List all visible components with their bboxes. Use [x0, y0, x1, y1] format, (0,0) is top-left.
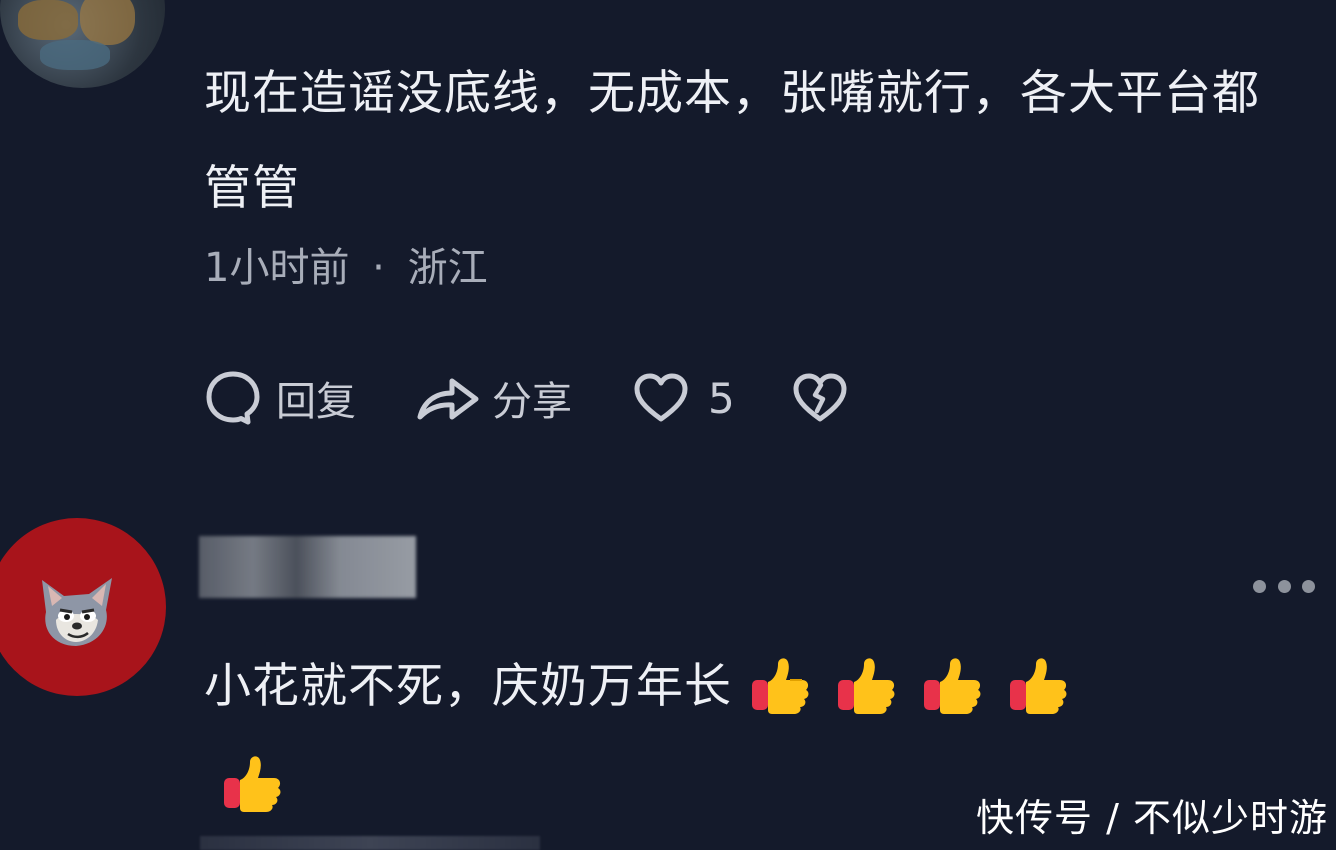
avatar-image-detail: [18, 0, 78, 40]
watermark: 快传号 / 不似少时游: [976, 796, 1328, 840]
share-icon: [417, 378, 479, 420]
avatar-image-detail: [40, 40, 110, 70]
thumbs-up-icon: [838, 657, 895, 714]
share-button[interactable]: 分享: [414, 369, 572, 427]
dot: [1253, 579, 1266, 593]
more-options-icon[interactable]: [1253, 578, 1315, 594]
comment-icon: [206, 371, 260, 425]
comment-time: 1小时前: [204, 245, 350, 291]
broken-heart-icon: [793, 373, 847, 422]
comment-meta: 1小时前 · 浙江: [204, 235, 488, 293]
thumbs-up-icon: [752, 657, 809, 714]
dot: [1302, 579, 1315, 593]
thumbs-up-icon: [1010, 657, 1067, 714]
comment-actions: 回复 分享 5: [204, 368, 849, 428]
commenter-avatar[interactable]: [0, 0, 165, 88]
dislike-button[interactable]: [791, 371, 849, 425]
cat-avatar-icon: [42, 578, 112, 646]
username-redacted[interactable]: [199, 536, 416, 598]
like-button[interactable]: 5: [632, 371, 735, 425]
comment-location: 浙江: [407, 245, 488, 291]
comment-text-content: 小花就不死，庆奶万年长: [204, 659, 732, 714]
comment-text: 现在造谣没底线，无成本，张嘴就行，各大平台都管管: [204, 66, 1260, 216]
dot: [1277, 579, 1291, 593]
thumbs-up-icon: [924, 657, 981, 714]
commenter-avatar[interactable]: [0, 518, 166, 696]
avatar-image-detail: [80, 0, 135, 45]
next-comment-cutoff: [200, 836, 540, 850]
meta-separator: ·: [372, 245, 385, 291]
reply-label: 回复: [276, 379, 356, 425]
heart-icon: [634, 373, 688, 422]
like-count: 5: [708, 373, 735, 423]
reply-button[interactable]: 回复: [204, 369, 356, 427]
thumbs-up-icon: [224, 755, 281, 812]
share-label: 分享: [492, 379, 572, 425]
